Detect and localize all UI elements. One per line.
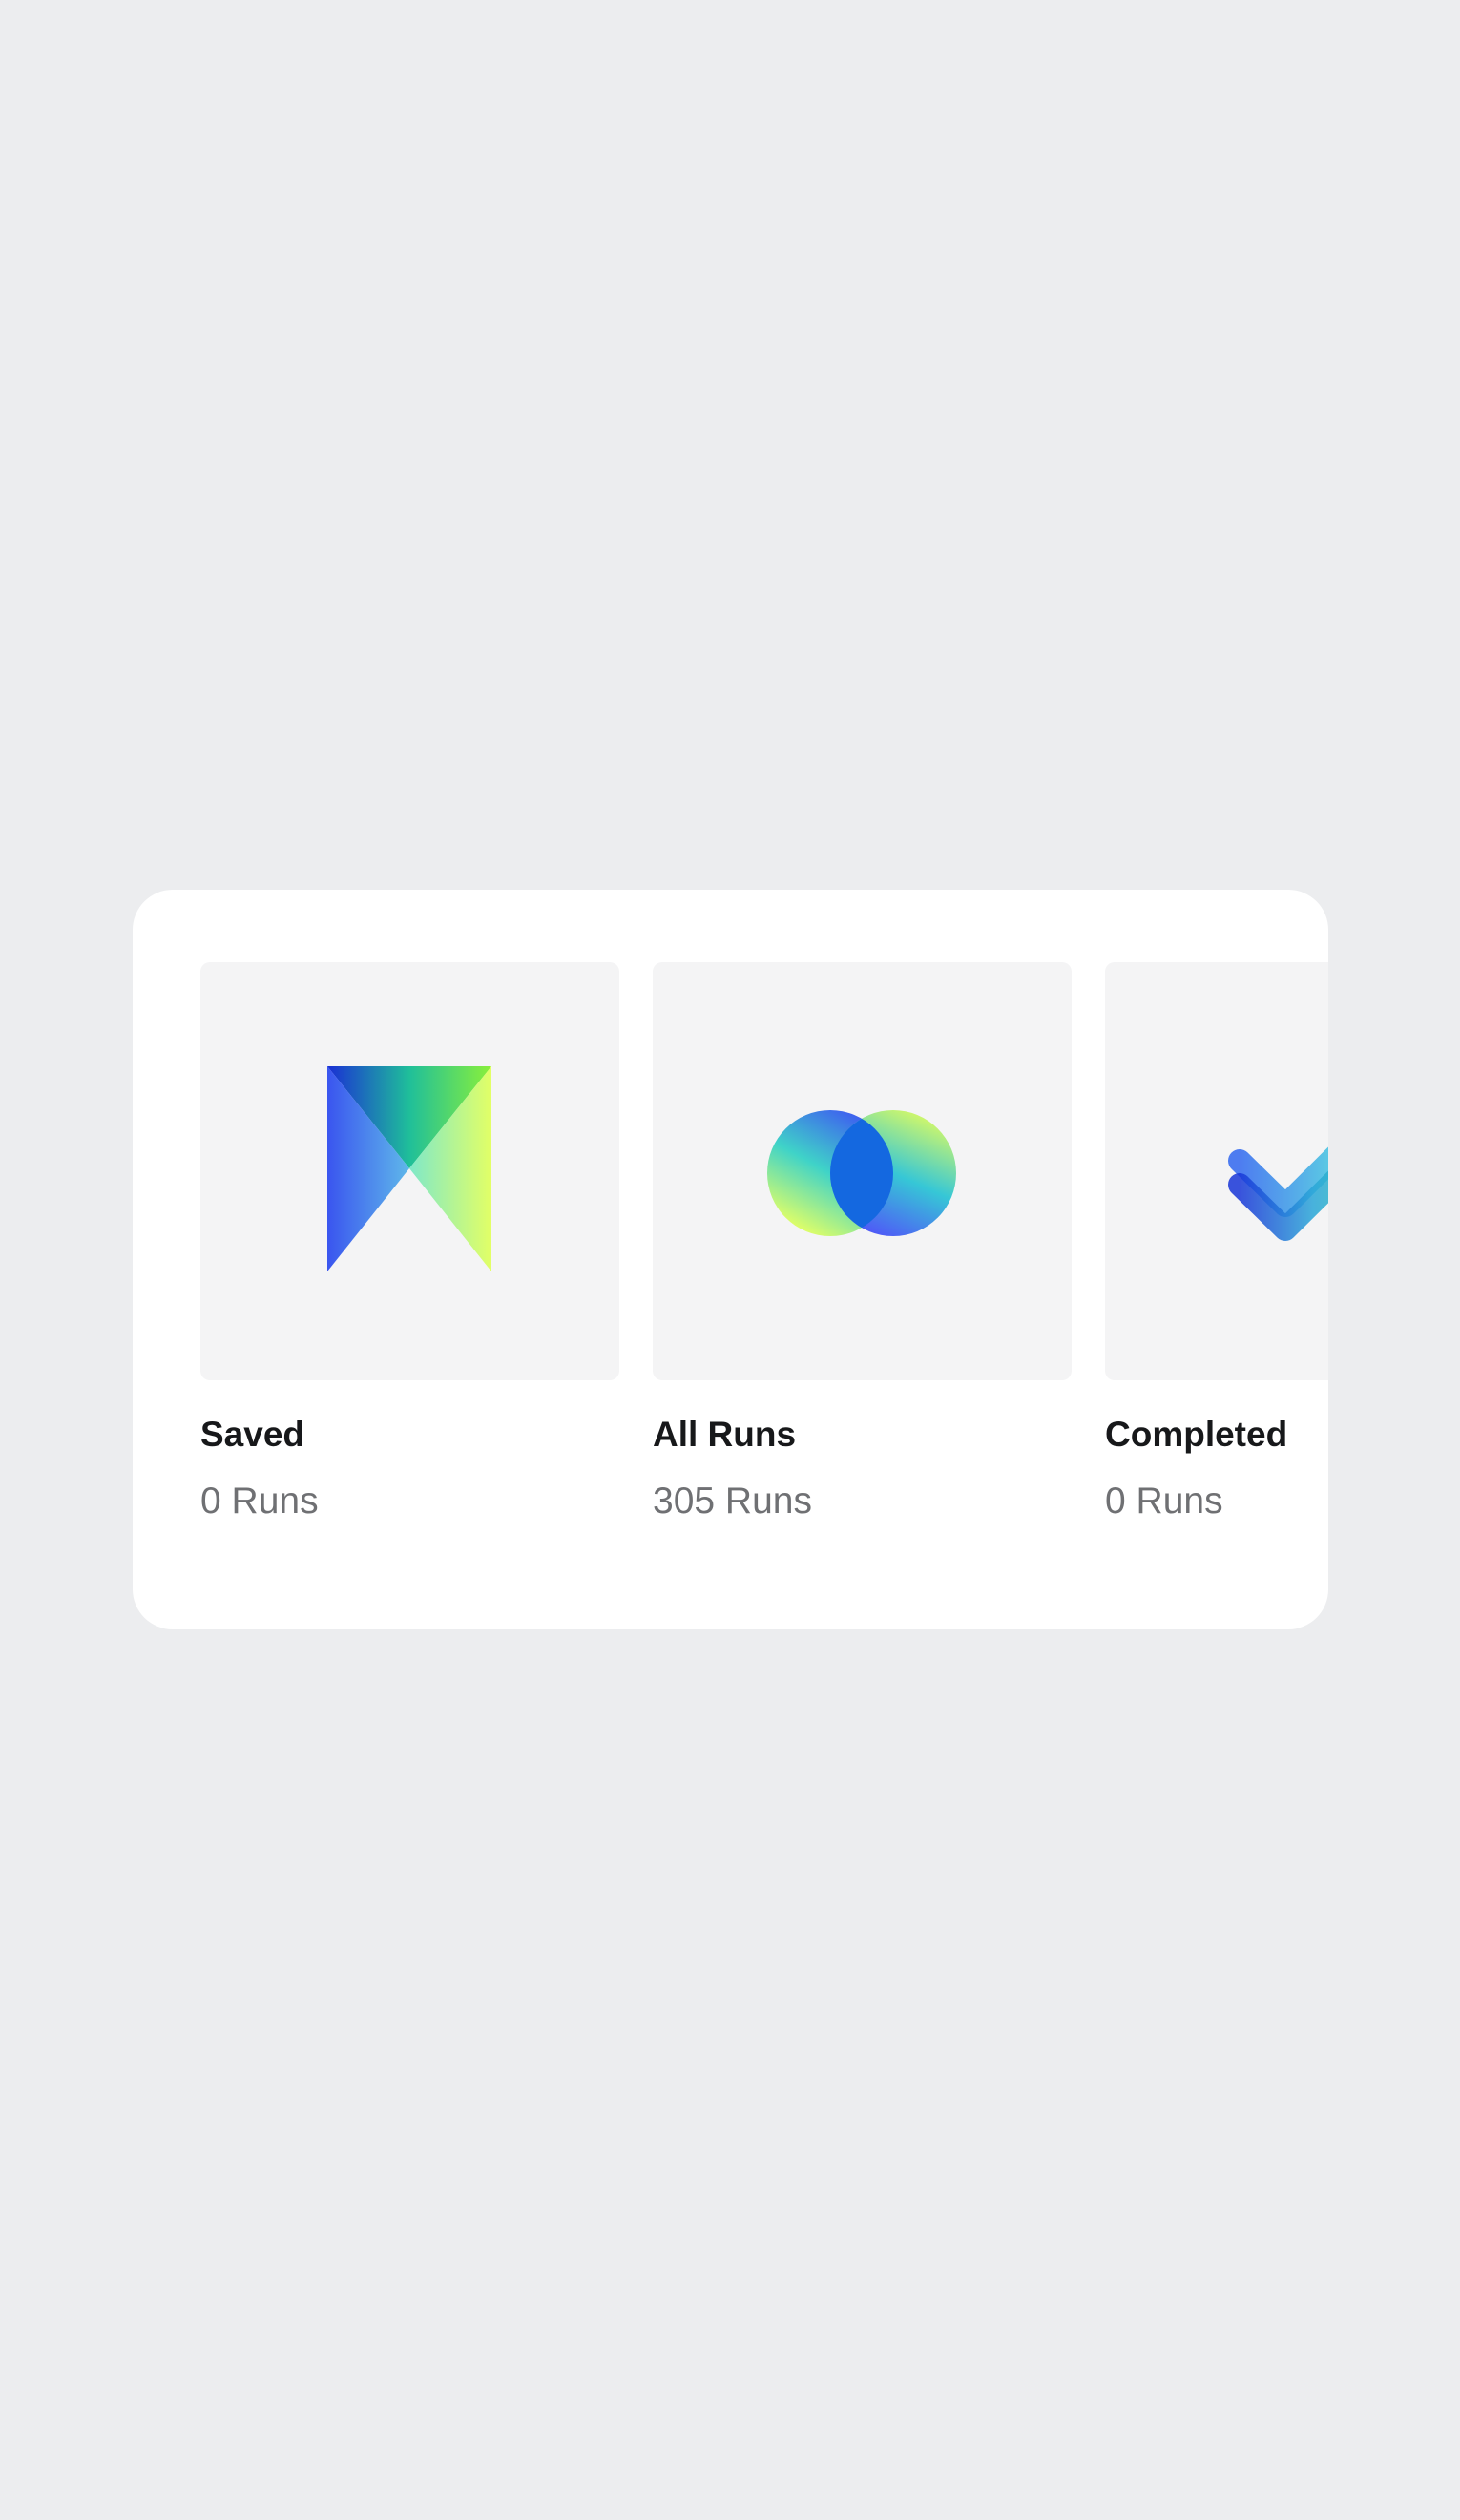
collection-title: Completed bbox=[1105, 1415, 1288, 1454]
collections-panel: Saved 0 Runs All Runs 305 Runs Completed… bbox=[133, 890, 1328, 1629]
collection-card-all-runs[interactable]: All Runs 305 Runs bbox=[653, 962, 1072, 1523]
collection-card-saved[interactable]: Saved 0 Runs bbox=[200, 962, 619, 1523]
collection-title: Saved bbox=[200, 1415, 305, 1454]
double-check-icon bbox=[1228, 1146, 1328, 1241]
collection-thumbnail[interactable] bbox=[1105, 962, 1328, 1380]
collection-run-count: 0 Runs bbox=[200, 1480, 319, 1522]
collection-title: All Runs bbox=[653, 1415, 797, 1454]
collection-thumbnail[interactable] bbox=[653, 962, 1072, 1380]
collection-card-completed[interactable]: Completed 0 Runs bbox=[1105, 962, 1328, 1523]
bookmark-icon bbox=[327, 1066, 491, 1271]
collection-thumbnail[interactable] bbox=[200, 962, 619, 1380]
overlapping-circles-icon bbox=[767, 1110, 956, 1236]
collection-run-count: 305 Runs bbox=[653, 1480, 812, 1522]
collection-run-count: 0 Runs bbox=[1105, 1480, 1223, 1522]
